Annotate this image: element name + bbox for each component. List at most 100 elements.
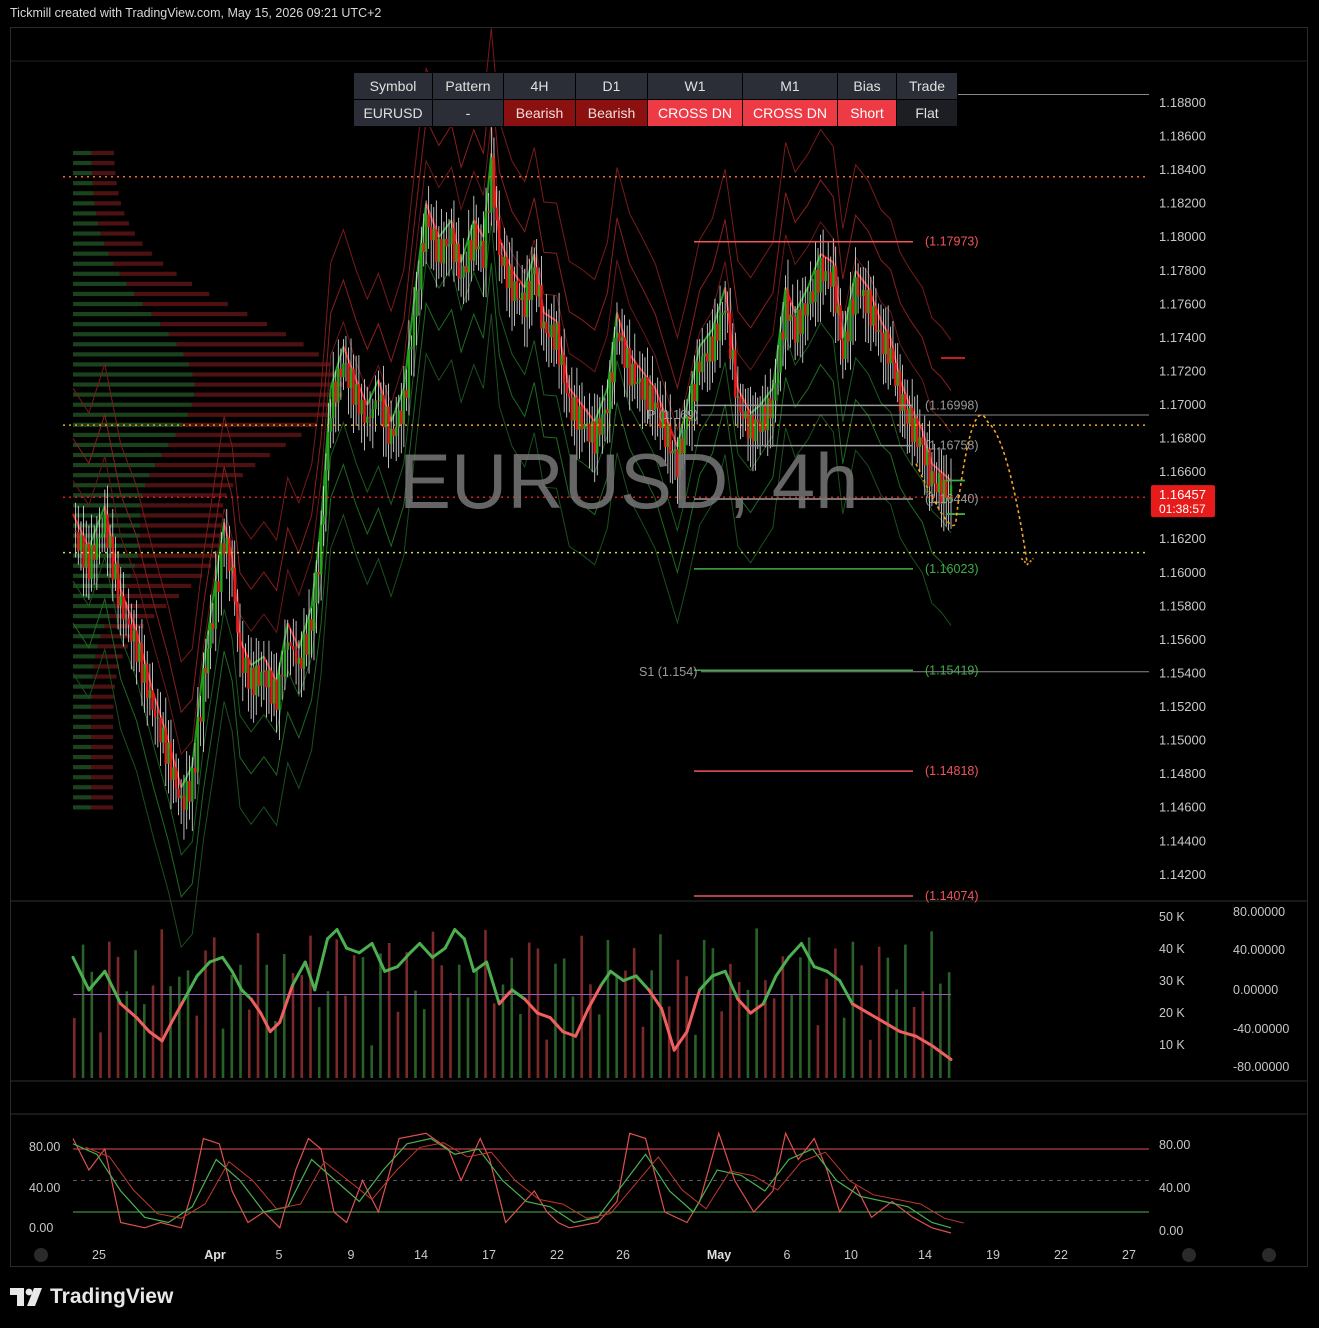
volume-profile-bar: [73, 271, 120, 276]
moving-average-line: [581, 404, 596, 423]
volume-bar: [195, 1015, 199, 1078]
candle-body: [228, 537, 231, 571]
price-tick-label: 1.16200: [1159, 531, 1206, 546]
volume-profile-bar: [194, 382, 343, 387]
volume-bar: [667, 1006, 671, 1078]
candle-body: [879, 329, 883, 333]
volume-tick-label: 20 K: [1159, 1006, 1185, 1020]
candle-body: [432, 229, 435, 241]
candle-body: [352, 368, 355, 405]
candle-body: [412, 316, 416, 347]
auto-scale-icon[interactable]: [1182, 1248, 1196, 1262]
volume-profile-bar: [91, 734, 114, 740]
volume-profile-bar: [73, 714, 92, 719]
price-badge-countdown: 01:38:57: [1159, 502, 1206, 516]
candle-body: [608, 372, 612, 414]
candle-body: [289, 642, 292, 647]
candle-body: [272, 679, 276, 704]
volume-profile-bar: [73, 624, 105, 629]
candle-body: [164, 727, 167, 764]
volume-bar: [615, 975, 618, 1078]
candle-body: [74, 530, 77, 532]
signal-header-bias: Bias: [837, 72, 897, 100]
candle-body: [839, 305, 842, 341]
candle-body: [756, 419, 759, 422]
candle-body: [547, 333, 551, 338]
volume-profile-bar: [104, 241, 143, 246]
log-scale-icon[interactable]: [1262, 1248, 1276, 1262]
candle-body: [872, 305, 875, 326]
volume-bar: [449, 992, 452, 1078]
lower-band-outer: [72, 313, 952, 949]
oscillator-line: [370, 941, 387, 973]
volume-bar: [519, 1014, 522, 1078]
candle-body: [230, 567, 234, 571]
volume-profile-bar: [91, 714, 114, 719]
volume-profile-bar: [91, 785, 114, 790]
volume-bar: [309, 935, 312, 1078]
candle-body: [849, 299, 852, 342]
candle-body: [146, 664, 149, 699]
candle-body: [204, 667, 208, 674]
candle-body: [255, 665, 258, 696]
candle-body: [415, 290, 418, 317]
signal-table: Symbol Pattern 4H D1 W1 M1 Bias Trade EURUSD - Be…: [353, 72, 958, 127]
volume-profile-bar: [119, 271, 177, 276]
zoom-icon[interactable]: [34, 1248, 48, 1262]
candle-body: [249, 667, 253, 689]
volume-profile-bar: [93, 664, 120, 669]
candle-body: [262, 670, 266, 672]
candle-body: [894, 362, 897, 386]
volume-bar: [790, 994, 793, 1078]
candle-body: [552, 324, 556, 350]
price-tick-label: 1.16800: [1159, 431, 1206, 446]
candle-body: [545, 321, 548, 334]
tradingview-brand: TradingView: [50, 1285, 174, 1308]
chart-frame[interactable]: (1.17973) (1.16998) (1.16758) (1.16440) (1.1…: [10, 27, 1308, 1267]
candle-body: [236, 601, 239, 633]
oscillator-line: [71, 955, 91, 992]
oscillator-line: [850, 1002, 870, 1015]
candle-body: [202, 667, 205, 722]
candle-body: [854, 277, 857, 315]
candle-body: [930, 471, 934, 487]
volume-profile-bar: [149, 473, 243, 478]
candle-body: [864, 289, 867, 314]
volume-profile-bar: [73, 171, 93, 176]
volume-profile-bar: [73, 775, 92, 780]
chart-canvas[interactable]: (1.17973)(1.16998)(1.16758)(1.16440)(1.1…: [11, 28, 1307, 1266]
candle-body: [889, 348, 892, 364]
candle-body: [407, 349, 411, 398]
volume-profile-bar: [73, 462, 156, 468]
candle-body: [827, 271, 830, 273]
candle-body: [95, 538, 99, 560]
candle-body: [472, 223, 476, 261]
candle-body: [530, 273, 534, 300]
candle-body: [233, 567, 236, 602]
candle-body: [535, 267, 538, 297]
tradingview-logo[interactable]: TradingView: [10, 1285, 173, 1309]
volume-bar: [396, 1011, 400, 1078]
tradingview-mark-icon: [10, 1288, 42, 1306]
volume-profile-bar: [95, 654, 123, 659]
volume-profile-bar: [94, 201, 121, 206]
volume-profile-bar: [155, 462, 256, 468]
candle-body: [315, 572, 318, 604]
candle-body: [267, 670, 271, 688]
volume-bar: [694, 1034, 697, 1078]
volume-tick-label: 30 K: [1159, 974, 1185, 988]
candle-body: [611, 372, 614, 383]
candle-body: [437, 238, 441, 262]
signal-value-4h: Bearish: [503, 99, 576, 127]
volume-profile-bar: [73, 744, 92, 750]
candle-body: [148, 690, 152, 699]
volume-bar: [99, 1032, 102, 1078]
oscillator-line: [672, 1030, 689, 1052]
signal-value-symbol: EURUSD: [353, 99, 433, 127]
time-tick-label: 26: [616, 1248, 630, 1262]
candle-body: [294, 649, 298, 664]
candle-body: [761, 404, 764, 432]
level-label: (1.16758): [925, 439, 979, 453]
candle-body: [834, 265, 837, 314]
candle-body: [701, 356, 704, 373]
